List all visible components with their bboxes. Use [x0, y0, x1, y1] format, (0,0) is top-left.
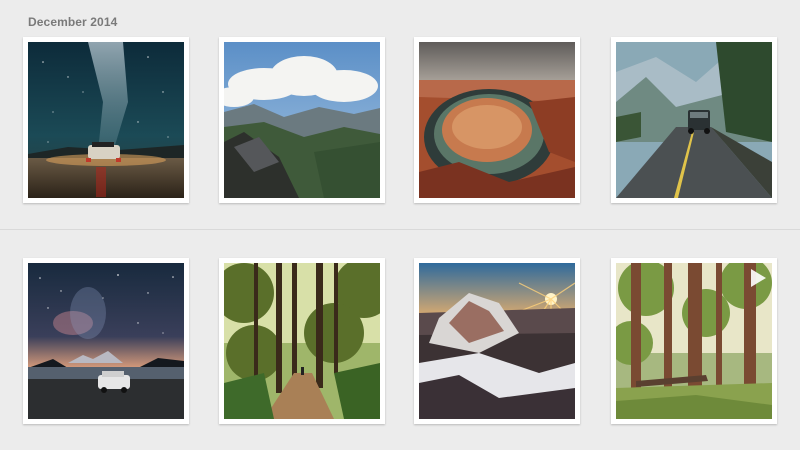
mountain-clouds-image — [224, 42, 380, 198]
photo-thumbnail — [28, 263, 184, 419]
photo-thumbnail — [224, 42, 380, 198]
photo-card-redwood-forest-video[interactable] — [611, 258, 777, 424]
photo-thumbnail — [616, 263, 772, 419]
section-divider — [0, 229, 800, 230]
photo-card-starry-lake-car[interactable] — [23, 258, 189, 424]
photo-card-mountain-clouds[interactable] — [219, 37, 385, 203]
photo-card-forest-trail[interactable] — [219, 258, 385, 424]
mountain-road-jeep-image — [616, 42, 772, 198]
photo-thumbnail — [419, 42, 575, 198]
starry-lake-car-image — [28, 263, 184, 419]
forest-trail-image — [224, 263, 380, 419]
milky-way-car-image — [28, 42, 184, 198]
photo-card-horseshoe-bend[interactable] — [414, 37, 580, 203]
photo-grid-page: December 2014 — [0, 0, 800, 450]
section-title: December 2014 — [28, 15, 118, 29]
sunrise-mountain-image — [419, 263, 575, 419]
photo-thumbnail — [28, 42, 184, 198]
horseshoe-bend-image — [419, 42, 575, 198]
photo-thumbnail — [616, 42, 772, 198]
photo-card-milky-way-car[interactable] — [23, 37, 189, 203]
photo-thumbnail — [419, 263, 575, 419]
photo-thumbnail — [224, 263, 380, 419]
photo-card-sunrise-mountain[interactable] — [414, 258, 580, 424]
play-icon[interactable] — [751, 269, 766, 287]
redwood-forest-image — [616, 263, 772, 419]
photo-card-mountain-road-jeep[interactable] — [611, 37, 777, 203]
